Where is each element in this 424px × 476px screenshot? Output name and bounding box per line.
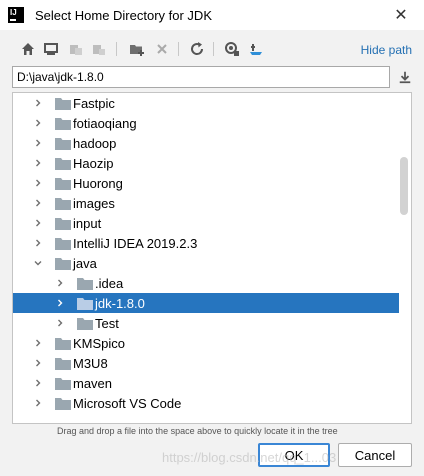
ok-button[interactable]: OK [258, 443, 330, 467]
tree-item-label: Haozip [73, 156, 114, 171]
scroll-thumb[interactable] [400, 157, 408, 215]
tree-item[interactable]: fotiaoqiang [13, 113, 399, 133]
folder-icon [55, 97, 71, 110]
download-icon[interactable] [396, 68, 414, 86]
tree-item-label: Test [95, 316, 119, 331]
drag-drop-hint: Drag and drop a file into the space abov… [57, 426, 338, 436]
tree-item[interactable]: IntelliJ IDEA 2019.2.3 [13, 233, 399, 253]
chevron-down-icon[interactable] [33, 258, 43, 268]
show-hidden-icon[interactable] [223, 40, 241, 58]
chevron-right-icon[interactable] [33, 238, 43, 248]
tree-item-label: maven [73, 376, 113, 391]
tree-item-label: fotiaoqiang [73, 116, 137, 131]
chevron-right-icon[interactable] [33, 158, 43, 168]
folder-icon [55, 157, 71, 170]
folder-icon [55, 197, 71, 210]
folder-icon [55, 257, 71, 270]
tree-item[interactable]: M3U8 [13, 353, 399, 373]
intellij-app-icon: IJ [8, 7, 24, 23]
tree-item-label: Microsoft VS Code [73, 396, 182, 411]
tree-item-label: java [73, 256, 97, 271]
chevron-right-icon[interactable] [33, 398, 43, 408]
chevron-right-icon[interactable] [33, 178, 43, 188]
folder-icon [55, 337, 71, 350]
title-bar: IJ Select Home Directory for JDK ✕ [0, 0, 424, 30]
tree-item[interactable]: jdk-1.8.0 [13, 293, 399, 313]
tree-item[interactable]: maven [13, 373, 399, 393]
tree-item[interactable]: Haozip [13, 153, 399, 173]
project-icon[interactable] [67, 40, 85, 58]
folder-icon [55, 377, 71, 390]
tree-item[interactable]: java [13, 253, 399, 273]
tree-item-label: images [73, 196, 115, 211]
folder-icon [77, 297, 93, 310]
chevron-right-icon[interactable] [33, 138, 43, 148]
tree-item-label: input [73, 216, 102, 231]
new-folder-icon[interactable] [128, 40, 146, 58]
tree-item-label: KMSpico [73, 336, 126, 351]
folder-icon [55, 397, 71, 410]
chevron-right-icon[interactable] [55, 298, 65, 308]
tree-item[interactable]: Huorong [13, 173, 399, 193]
chevron-right-icon[interactable] [33, 218, 43, 228]
chevron-right-icon[interactable] [33, 118, 43, 128]
module-icon[interactable] [90, 40, 108, 58]
tree-item[interactable]: images [13, 193, 399, 213]
jdk-icon[interactable] [247, 40, 265, 58]
cancel-button[interactable]: Cancel [338, 443, 412, 467]
path-row [12, 66, 414, 88]
tree-item-label: IntelliJ IDEA 2019.2.3 [73, 236, 198, 251]
refresh-icon[interactable] [188, 40, 206, 58]
folder-icon [55, 237, 71, 250]
tree-item-label: jdk-1.8.0 [95, 296, 145, 311]
folder-icon [55, 217, 71, 230]
desktop-icon[interactable] [42, 40, 60, 58]
tree-item[interactable]: input [13, 213, 399, 233]
tree-item-label: M3U8 [73, 356, 108, 371]
chevron-right-icon[interactable] [33, 338, 43, 348]
delete-icon[interactable] [153, 40, 171, 58]
chevron-right-icon[interactable] [33, 378, 43, 388]
tree-scrollbar[interactable] [399, 93, 409, 423]
tree-item[interactable]: Test [13, 313, 399, 333]
tree-item-label: Fastpic [73, 96, 115, 111]
home-icon[interactable] [19, 40, 37, 58]
tree-item[interactable]: Fastpic [13, 93, 399, 113]
tree-item[interactable]: .idea [13, 273, 399, 293]
close-button[interactable]: ✕ [382, 0, 420, 30]
tree-item-label: Huorong [73, 176, 123, 191]
folder-icon [55, 117, 71, 130]
app-icon-text: IJ [10, 8, 17, 17]
folder-icon [77, 277, 93, 290]
folder-icon [77, 317, 93, 330]
hide-path-link[interactable]: Hide path [361, 43, 412, 57]
toolbar: Hide path [0, 36, 424, 62]
tree-item[interactable]: hadoop [13, 133, 399, 153]
folder-icon [55, 137, 71, 150]
file-tree[interactable]: Fastpic fotiaoqiang hadoop Haozip Huorong ima… [12, 92, 412, 424]
tree-item-label: hadoop [73, 136, 117, 151]
chevron-right-icon[interactable] [55, 278, 65, 288]
tree-item-label: .idea [95, 276, 124, 291]
window-title: Select Home Directory for JDK [35, 8, 212, 23]
chevron-right-icon[interactable] [33, 358, 43, 368]
folder-icon [55, 177, 71, 190]
tree-item[interactable]: Microsoft VS Code [13, 393, 399, 413]
chevron-right-icon[interactable] [33, 98, 43, 108]
chevron-right-icon[interactable] [33, 198, 43, 208]
path-input[interactable] [12, 66, 390, 88]
tree-item[interactable]: KMSpico [13, 333, 399, 353]
folder-icon [55, 357, 71, 370]
chevron-right-icon[interactable] [55, 318, 65, 328]
